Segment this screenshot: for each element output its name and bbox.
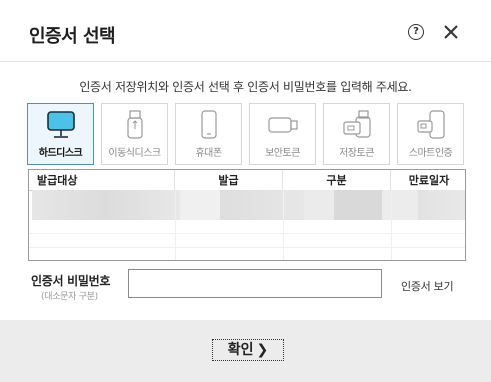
column-header-issuer[interactable]: 발급 xyxy=(175,170,283,191)
device-label: 저장토큰 xyxy=(339,148,374,159)
certificate-row-blurred xyxy=(180,190,220,220)
confirm-button-label: 확인 xyxy=(227,342,254,358)
certificate-row-blurred xyxy=(334,190,382,220)
instruction-text: 인증서 저장위치와 인증서 선택 후 인증서 비밀번호를 입력해 주세요. xyxy=(79,80,412,94)
certificate-row-blurred[interactable] xyxy=(32,190,180,220)
device-label: 이동식디스크 xyxy=(108,148,161,159)
device-storage-token[interactable]: 저장토큰 xyxy=(323,103,390,165)
column-divider xyxy=(391,191,392,260)
table-row[interactable] xyxy=(29,234,465,248)
device-security-token[interactable]: 보안토큰 xyxy=(249,103,316,165)
storage-token-icon xyxy=(342,110,371,138)
table-row[interactable] xyxy=(29,220,465,234)
dialog-header: 인증서 선택 ? xyxy=(0,0,491,62)
certificate-table: 발급대상 발급 구분 만료일자 xyxy=(28,169,466,261)
view-certificate-button[interactable]: 인증서 보기 xyxy=(401,278,454,294)
password-label: 인증서 비밀번호 xyxy=(31,274,111,288)
column-header-expiry[interactable]: 만료일자 xyxy=(391,170,465,191)
column-divider xyxy=(175,191,176,260)
certificate-row-blurred xyxy=(382,190,418,220)
usb-drive-icon xyxy=(126,110,143,139)
dialog-footer: 확인 ❯ xyxy=(0,320,491,382)
device-label: 스마트인증 xyxy=(408,148,453,159)
certificate-row-blurred xyxy=(418,190,465,220)
mobile-phone-icon xyxy=(200,110,217,139)
dialog-title: 인증서 선택 xyxy=(29,26,116,47)
column-header-type[interactable]: 구분 xyxy=(283,170,391,191)
certificate-row-blurred xyxy=(304,190,334,220)
column-divider xyxy=(283,191,284,260)
chevron-right-icon: ❯ xyxy=(256,342,269,358)
confirm-button[interactable]: 확인 ❯ xyxy=(212,339,284,361)
device-removable-disk[interactable]: 이동식디스크 xyxy=(101,103,168,165)
device-hard-disk[interactable]: 하드디스크 xyxy=(27,103,94,165)
security-token-icon xyxy=(267,117,298,133)
password-field[interactable] xyxy=(128,269,382,298)
column-header-subject[interactable]: 발급대상 xyxy=(29,170,175,191)
table-header: 발급대상 발급 구분 만료일자 xyxy=(29,170,465,191)
table-row[interactable] xyxy=(29,248,465,260)
device-label: 휴대폰 xyxy=(195,148,222,159)
password-hint: (대소문자 구분) xyxy=(41,292,98,302)
device-label: 하드디스크 xyxy=(38,148,83,159)
smart-auth-icon xyxy=(416,110,445,139)
close-icon[interactable] xyxy=(441,22,461,42)
device-mobile-phone[interactable]: 휴대폰 xyxy=(175,103,242,165)
device-label: 보안토큰 xyxy=(265,148,300,159)
help-icon[interactable]: ? xyxy=(408,24,424,40)
certificate-row-blurred xyxy=(220,190,304,220)
device-smart-auth[interactable]: 스마트인증 xyxy=(397,103,464,165)
monitor-icon xyxy=(46,111,75,138)
